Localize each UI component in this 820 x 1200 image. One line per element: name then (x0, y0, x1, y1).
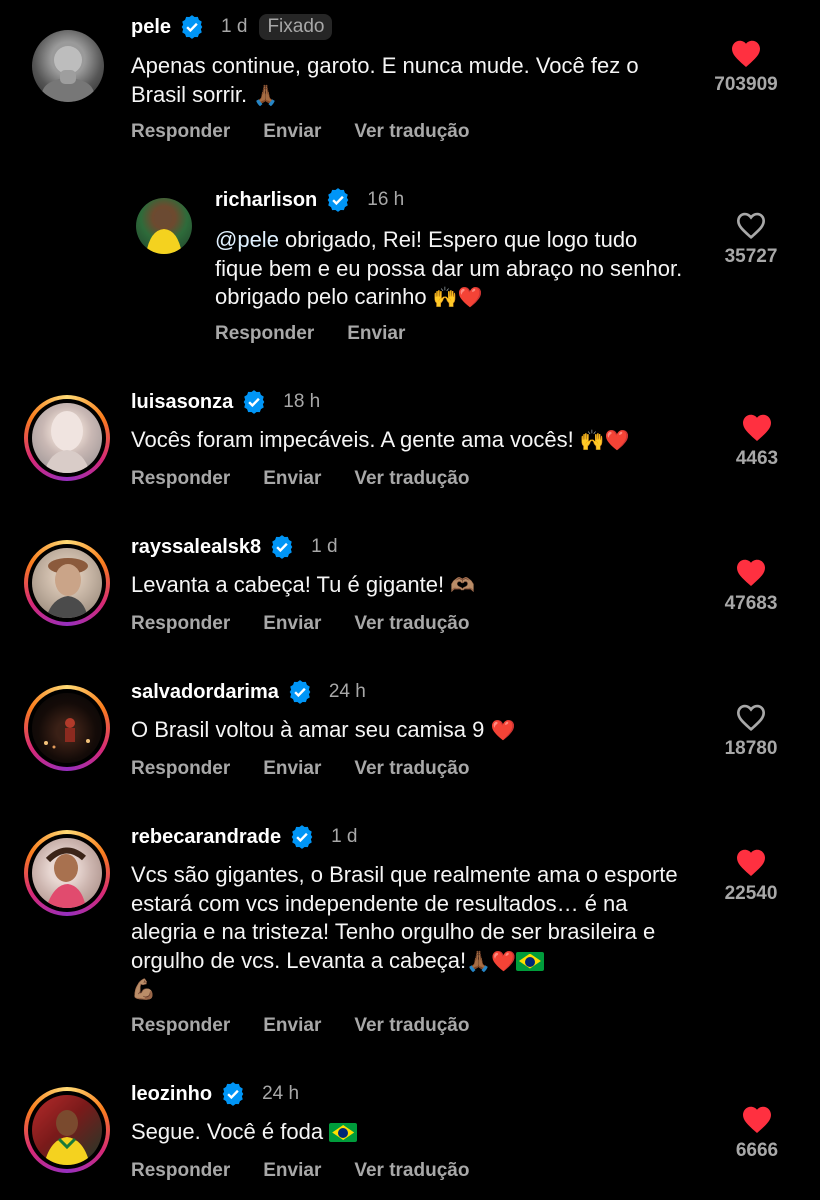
translate-button[interactable]: Ver tradução (354, 758, 469, 780)
verified-badge-icon (327, 188, 349, 212)
comment-body: Segue. Você é foda (131, 1119, 324, 1144)
verified-badge-icon (289, 680, 311, 704)
brazil-flag-icon (329, 1123, 358, 1142)
comment-text: Levanta a cabeça! Tu é gigante! 🫶🏽 (131, 571, 701, 600)
reply-button[interactable]: Responder (215, 323, 314, 345)
reply-button[interactable]: Responder (131, 613, 230, 635)
avatar[interactable] (136, 198, 192, 254)
reply-button[interactable]: Responder (131, 1160, 230, 1182)
comment-body: Vocês foram impecáveis. A gente ama você… (131, 427, 574, 452)
heart-outline-icon[interactable] (735, 210, 767, 240)
emoji: 🫶🏽 (450, 573, 476, 597)
avatar-story-ring[interactable] (24, 685, 110, 771)
timestamp: 18 h (283, 391, 321, 412)
heart-filled-icon[interactable] (741, 1104, 773, 1134)
comment-body: Apenas continue, garoto. E nunca mude. V… (131, 53, 639, 107)
verified-badge-icon (243, 390, 265, 414)
send-button[interactable]: Enviar (347, 323, 405, 345)
comment-body: Vcs são gigantes, o Brasil que realmente… (131, 862, 678, 973)
heart-filled-icon[interactable] (730, 38, 762, 68)
translate-button[interactable]: Ver tradução (354, 1160, 469, 1182)
send-button[interactable]: Enviar (263, 758, 321, 780)
heart-filled-icon[interactable] (735, 557, 767, 587)
username[interactable]: leozinho (131, 1083, 212, 1106)
send-button[interactable]: Enviar (263, 613, 321, 635)
emoji: 🙌❤️ (432, 285, 483, 309)
emoji: 🙌❤️ (579, 428, 630, 452)
emoji: 🙏🏾❤️ (466, 948, 516, 973)
timestamp: 1 d (221, 16, 248, 37)
comment-text: O Brasil voltou à amar seu camisa 9 ❤️ (131, 716, 701, 745)
translate-button[interactable]: Ver tradução (354, 613, 469, 635)
brazil-flag-icon (515, 951, 544, 971)
avatar-story-ring[interactable] (24, 1087, 110, 1173)
verified-badge-icon (291, 825, 313, 849)
avatar-story-ring[interactable] (24, 395, 110, 481)
like-count: 18780 (724, 738, 778, 759)
verified-badge-icon (222, 1082, 244, 1106)
comment-text: Vcs são gigantes, o Brasil que realmente… (131, 861, 696, 1004)
timestamp: 1 d (311, 536, 338, 557)
emoji: 🙏🏾 (253, 82, 279, 107)
pinned-badge: Fixado (259, 14, 333, 40)
reply-button[interactable]: Responder (131, 758, 230, 780)
username[interactable]: luisasonza (131, 391, 233, 414)
username[interactable]: richarlison (215, 189, 317, 212)
comment-text: @pele obrigado, Rei! Espero que logo tud… (215, 226, 685, 312)
timestamp: 16 h (367, 189, 405, 210)
verified-badge-icon (271, 535, 293, 559)
timestamp: 24 h (262, 1083, 300, 1104)
heart-filled-icon[interactable] (735, 847, 767, 877)
like-count: 35727 (724, 246, 778, 267)
username[interactable]: salvadordarima (131, 681, 279, 704)
like-count: 6666 (735, 1140, 779, 1161)
send-button[interactable]: Enviar (263, 468, 321, 490)
avatar-story-ring[interactable] (24, 830, 110, 916)
avatar-story-ring[interactable] (24, 540, 110, 626)
timestamp: 24 h (328, 681, 366, 702)
like-count: 4463 (735, 448, 779, 469)
reply-button[interactable]: Responder (131, 1015, 230, 1037)
reply-button[interactable]: Responder (131, 121, 230, 143)
heart-outline-icon[interactable] (735, 702, 767, 732)
reply-button[interactable]: Responder (131, 468, 230, 490)
username[interactable]: rebecarandrade (131, 826, 281, 849)
username[interactable]: pele (131, 16, 171, 39)
comment-text: Vocês foram impecáveis. A gente ama você… (131, 426, 701, 455)
heart-filled-icon[interactable] (741, 412, 773, 442)
like-count: 47683 (724, 593, 778, 614)
send-button[interactable]: Enviar (263, 1160, 321, 1182)
like-count: 22540 (724, 883, 778, 904)
comment-body: Levanta a cabeça! Tu é gigante! (131, 572, 445, 597)
translate-button[interactable]: Ver tradução (354, 1015, 469, 1037)
mention-link[interactable]: @pele (215, 227, 279, 252)
avatar[interactable] (32, 30, 104, 102)
verified-badge-icon (181, 15, 203, 39)
translate-button[interactable]: Ver tradução (354, 468, 469, 490)
comment-text: Segue. Você é foda (131, 1118, 701, 1147)
translate-button[interactable]: Ver tradução (354, 121, 469, 143)
like-count: 703909 (714, 74, 778, 95)
send-button[interactable]: Enviar (263, 121, 321, 143)
send-button[interactable]: Enviar (263, 1015, 321, 1037)
emoji: ❤️ (490, 718, 516, 742)
username[interactable]: rayssalealsk8 (131, 536, 261, 559)
comment-body: O Brasil voltou à amar seu camisa 9 (131, 717, 485, 742)
timestamp: 1 d (331, 826, 358, 847)
comment-text: Apenas continue, garoto. E nunca mude. V… (131, 52, 691, 109)
flexed-biceps-emoji: 💪🏽 (131, 977, 156, 1001)
